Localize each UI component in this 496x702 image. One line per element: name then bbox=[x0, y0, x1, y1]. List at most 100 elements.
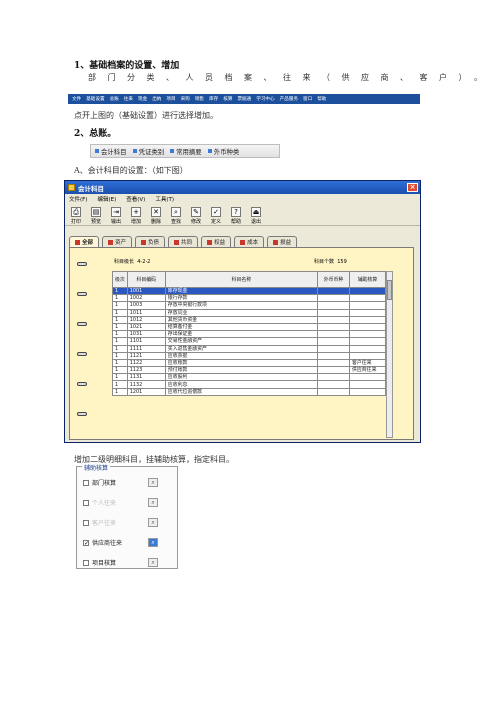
aux-row[interactable]: 项目核算 ⌕ bbox=[83, 557, 173, 568]
table-cell: 1 bbox=[112, 351, 128, 360]
checkbox[interactable] bbox=[83, 479, 89, 486]
tab-5[interactable]: 成本 bbox=[234, 236, 265, 247]
checkbox[interactable]: ✓ bbox=[83, 539, 89, 546]
aux-label: 客户往来 bbox=[92, 520, 117, 527]
table-row[interactable]: 1 1021 结算备付金 bbox=[112, 322, 386, 332]
menubar-item[interactable]: 窗口 bbox=[303, 96, 312, 102]
menubar-item[interactable]: 基础设置 bbox=[86, 96, 104, 102]
menubar-item[interactable]: 票据通 bbox=[237, 96, 251, 102]
window-menu-item[interactable]: 工具(T) bbox=[155, 195, 174, 203]
close-icon[interactable]: × bbox=[407, 183, 418, 192]
menubar-item[interactable]: 项目 bbox=[166, 96, 175, 102]
table-row[interactable]: 1 1003 存放中央银行款项 bbox=[112, 301, 386, 310]
aux-row[interactable]: 部门核算 ⌕ bbox=[83, 477, 173, 488]
menubar-item[interactable]: 核算 bbox=[223, 96, 232, 102]
gl-item[interactable]: 会计科目 bbox=[95, 147, 127, 156]
menubar-item[interactable]: 产品服务 bbox=[280, 96, 298, 102]
menubar-item[interactable]: 出纳 bbox=[152, 96, 161, 102]
table-row[interactable]: 1 1002 银行存款 bbox=[112, 294, 386, 303]
table-cell: 1 bbox=[112, 294, 128, 303]
table-cell bbox=[317, 366, 350, 375]
toolbar-button[interactable]: ▤ 预览 bbox=[88, 207, 104, 225]
table-row[interactable]: 1 1012 其他货币资金 bbox=[112, 315, 386, 324]
menubar-item[interactable]: 帮助 bbox=[317, 96, 326, 102]
gl-item[interactable]: 常用摘要 bbox=[170, 147, 202, 156]
menubar-item[interactable]: 学习中心 bbox=[256, 96, 274, 102]
toolbar-icon: ? bbox=[231, 207, 241, 217]
checkbox[interactable] bbox=[83, 519, 89, 526]
toolbar-button[interactable]: ✎ 修改 bbox=[188, 207, 204, 225]
tab-label: 共同 bbox=[181, 240, 193, 246]
aux-row[interactable]: 客户往来 ⌕ bbox=[83, 517, 173, 528]
toolbar-button[interactable]: + 增加 bbox=[128, 207, 144, 225]
table-row[interactable]: 1 1131 应收股利 bbox=[112, 373, 386, 382]
search-icon[interactable]: ⌕ bbox=[148, 538, 158, 547]
table-cell: 1 bbox=[112, 308, 128, 317]
search-icon[interactable]: ⌕ bbox=[148, 498, 158, 507]
checkbox[interactable] bbox=[83, 559, 89, 566]
table-cell bbox=[317, 351, 350, 360]
window-menu-item[interactable]: 文件(F) bbox=[69, 195, 87, 203]
table-row[interactable]: 1 1001 库存现金 bbox=[112, 286, 386, 296]
checkbox[interactable] bbox=[83, 499, 89, 506]
table-cell: 1011 bbox=[126, 308, 166, 317]
section1-subline: 部门分类、人员档案、往来（供应商、客户）。 bbox=[88, 73, 494, 82]
menubar-item[interactable]: 总账 bbox=[110, 96, 119, 102]
column-header[interactable]: 科目编码 bbox=[126, 271, 166, 288]
gl-item[interactable]: 凭证类别 bbox=[132, 147, 164, 156]
gl-item[interactable]: 外币种类 bbox=[207, 147, 239, 156]
window-toolbar: ⎙ 打印 ▤ 预览 ⇥ 输出 + 增加 ✕ 删除 ⌕ 查找 ✎ 修改 ✓ 定义? 帮助 ⏏ 退出 bbox=[65, 204, 420, 226]
bullet-icon bbox=[170, 149, 175, 153]
menubar-item[interactable]: 采购 bbox=[181, 96, 190, 102]
table-row[interactable]: 1 1011 存放同业 bbox=[112, 308, 386, 317]
window-menu-item[interactable]: 查看(V) bbox=[126, 195, 145, 203]
table-cell bbox=[317, 301, 350, 310]
toolbar-label: 删除 bbox=[150, 219, 161, 225]
search-icon[interactable]: ⌕ bbox=[148, 478, 158, 487]
tab-label: 权益 bbox=[214, 240, 226, 246]
tab-4[interactable]: 权益 bbox=[201, 236, 232, 247]
toolbar-button[interactable]: ✓ 定义 bbox=[208, 207, 224, 225]
menubar-item[interactable]: 销售 bbox=[195, 96, 204, 102]
table-cell: 1 bbox=[112, 322, 128, 332]
toolbar-button[interactable]: ✕ 删除 bbox=[148, 207, 164, 225]
aux-row[interactable]: ✓ 供应商往来 ⌕ bbox=[83, 537, 173, 548]
search-icon[interactable]: ⌕ bbox=[148, 558, 158, 567]
table-row[interactable]: 1 1101 交易性金融资产 bbox=[112, 337, 386, 346]
toolbar-button[interactable]: ⌕ 查找 bbox=[168, 207, 184, 225]
toolbar-label: 定义 bbox=[210, 219, 221, 225]
aux-row[interactable]: 个人往来 ⌕ bbox=[83, 497, 173, 508]
table-row[interactable]: 1 1123 预付账款 供应商往来 bbox=[112, 366, 386, 375]
table-row[interactable]: 1 1132 应收利息 bbox=[112, 380, 386, 389]
menubar-item[interactable]: 库存 bbox=[209, 96, 218, 102]
account-panel: 科目级长 4-2-2 科目个数 159 级次 科目编码 科目名称 外币币种 辅助核算 1… bbox=[69, 247, 414, 440]
column-header[interactable]: 科目名称 bbox=[164, 271, 319, 288]
window-menu-item[interactable]: 编辑(E) bbox=[97, 195, 116, 203]
tab-3[interactable]: 共同 bbox=[168, 236, 199, 247]
toolbar-button[interactable]: ⎙ 打印 bbox=[68, 207, 84, 225]
search-icon[interactable]: ⌕ bbox=[148, 518, 158, 527]
tab-6[interactable]: 损益 bbox=[267, 236, 298, 247]
column-header[interactable]: 外币币种 bbox=[317, 271, 350, 288]
toolbar-button[interactable]: ⏏ 退出 bbox=[248, 207, 264, 225]
table-row[interactable]: 1 1122 应收账款 客户往来 bbox=[112, 358, 386, 368]
tab-1[interactable]: 资产 bbox=[102, 236, 133, 247]
column-header[interactable]: 辅助核算 bbox=[349, 271, 386, 288]
toolbar-button[interactable]: ⇥ 输出 bbox=[108, 207, 124, 225]
table-row[interactable]: 1 1111 买入返售金融资产 bbox=[112, 344, 386, 353]
column-header[interactable]: 级次 bbox=[112, 271, 128, 288]
menubar-item[interactable]: 文件 bbox=[72, 96, 81, 102]
menubar-item[interactable]: 往来 bbox=[124, 96, 133, 102]
tab-0[interactable]: 全部 bbox=[69, 236, 100, 247]
scroll-thumb[interactable] bbox=[387, 280, 392, 300]
table-row[interactable]: 1 1121 应收票据 bbox=[112, 351, 386, 360]
table-row[interactable]: 1 1031 存出保证金 bbox=[112, 330, 386, 339]
vertical-scrollbar[interactable] bbox=[386, 271, 393, 438]
table-cell: 1 bbox=[112, 286, 128, 296]
tab-2[interactable]: 负债 bbox=[135, 236, 166, 247]
table-cell: 交易性金融资产 bbox=[164, 337, 319, 346]
table-row[interactable]: 1 1201 应收代位追偿款 bbox=[112, 387, 386, 396]
tab-icon bbox=[75, 239, 80, 245]
menubar-item[interactable]: 现金 bbox=[138, 96, 147, 102]
toolbar-button[interactable]: ? 帮助 bbox=[228, 207, 244, 225]
